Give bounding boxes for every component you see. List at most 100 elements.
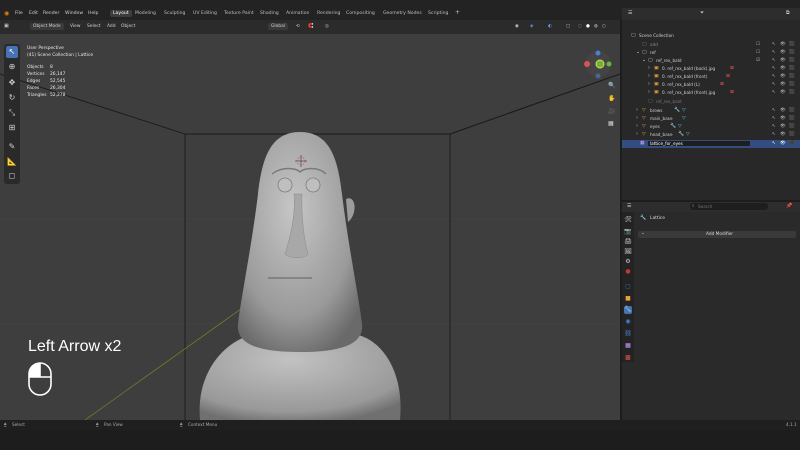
orientation-dropdown[interactable]: Global — [268, 23, 289, 30]
pin-icon[interactable]: 📌 — [786, 203, 792, 209]
tree-row[interactable]: ⌄ ▢ ref ☐ ↖ 👁 ⬛ — [622, 49, 800, 57]
ortho-toggle-icon[interactable]: ▦ — [608, 120, 614, 127]
tab-sculpting[interactable]: Sculpting — [164, 11, 185, 16]
filter-icon[interactable]: ⏷ — [700, 10, 704, 16]
mode-dropdown[interactable]: Object Mode — [30, 23, 64, 30]
camera-icon[interactable]: ⬛ — [789, 116, 795, 121]
left-eye[interactable] — [277, 177, 293, 193]
tree-row[interactable]: › ▽ eyes 🔧 ▽ ↖ 👁 ⬛ — [622, 123, 800, 131]
select-icon[interactable]: ↖ — [772, 132, 776, 137]
camera-icon[interactable]: ⬛ — [789, 90, 795, 95]
object-menu[interactable]: Object — [121, 24, 135, 29]
menu-edit[interactable]: Edit — [29, 11, 38, 16]
chevron-right-icon[interactable]: › — [648, 74, 650, 79]
menu-file[interactable]: File — [15, 11, 23, 16]
solid-shading-icon[interactable]: ● — [586, 24, 590, 29]
tree-row-selected[interactable]: ▦ lattice_for_eyes ↖ 👁 ⬛ — [622, 140, 800, 148]
add-cube-tool-icon[interactable]: ◻ — [6, 170, 18, 182]
chevron-right-icon[interactable]: › — [636, 108, 638, 113]
snap-icon[interactable]: 🧲 — [308, 24, 313, 29]
chevron-right-icon[interactable]: › — [648, 66, 650, 71]
camera-icon[interactable]: ⬛ — [789, 108, 795, 113]
checkbox-icon[interactable]: ☐ — [756, 50, 760, 55]
eye-icon[interactable]: 👁 — [780, 141, 786, 146]
select-icon[interactable]: ↖ — [772, 74, 776, 79]
select-icon[interactable]: ↖ — [772, 124, 776, 129]
pan-hand-icon[interactable]: ✋ — [608, 95, 615, 102]
chevron-down-icon[interactable]: ⌄ — [636, 50, 640, 55]
scene-properties-icon[interactable]: ⚙ — [624, 258, 632, 266]
move-tool-icon[interactable]: ✥ — [6, 77, 18, 89]
properties-editor-icon[interactable]: ☰ — [627, 203, 631, 209]
tab-layout[interactable]: Layout — [110, 10, 132, 17]
tree-row[interactable]: › ▣ 0. ref_rex_bald (L) ⊠ ↖ 👁 ⬛ — [622, 81, 800, 89]
world-properties-icon[interactable]: ● — [624, 268, 632, 276]
cursor-tool-icon[interactable]: ⊕ — [6, 61, 18, 73]
select-icon[interactable]: ↖ — [772, 66, 776, 71]
chevron-down-icon[interactable]: ⌄ — [642, 58, 646, 63]
tab-scripting[interactable]: Scripting — [428, 11, 448, 16]
view-layer-properties-icon[interactable]: 🖼 — [624, 248, 632, 256]
eye-icon[interactable]: 👁 — [780, 132, 786, 137]
tab-compositing[interactable]: Compositing — [346, 11, 375, 16]
tab-uv-editing[interactable]: UV Editing — [193, 11, 217, 16]
chevron-right-icon[interactable]: › — [648, 90, 650, 95]
proportional-edit-icon[interactable]: ◎ — [325, 24, 329, 29]
camera-icon[interactable]: ⬛ — [789, 74, 795, 79]
tree-row[interactable]: › ▣ 0. ref_rex_bald (back).jpg ⊠ ↖ 👁 ⬛ — [622, 65, 800, 73]
navigation-gizmo[interactable] — [580, 46, 616, 82]
tree-row-root[interactable]: ▢ Scene Collection — [622, 32, 800, 40]
eye-icon[interactable]: 👁 — [780, 116, 786, 121]
editor-type-icon[interactable]: ▣ — [4, 23, 9, 29]
output-properties-icon[interactable]: 🖨 — [624, 238, 632, 246]
select-icon[interactable]: ↖ — [772, 108, 776, 113]
collection-properties-icon[interactable]: ▢ — [624, 283, 632, 291]
select-icon[interactable]: ↖ — [772, 42, 776, 47]
eye-icon[interactable]: 👁 — [780, 50, 786, 55]
zoom-icon[interactable]: 🔍 — [608, 82, 615, 89]
tree-row[interactable]: › ▣ 0. ref_rex_bald (front).jpg ⊠ ↖ 👁 ⬛ — [622, 89, 800, 97]
material-shading-icon[interactable]: ◍ — [594, 24, 598, 29]
menu-help[interactable]: Help — [88, 11, 98, 16]
tree-row[interactable]: ▢ add ☐ ↖ 👁 ⬛ — [622, 41, 800, 49]
camera-icon[interactable]: ⬛ — [789, 132, 795, 137]
tab-shading[interactable]: Shading — [260, 11, 279, 16]
menu-window[interactable]: Window — [65, 11, 83, 16]
eye-icon[interactable]: 👁 — [780, 108, 786, 113]
visibility-icon[interactable]: ◉ — [515, 24, 519, 29]
3d-viewport[interactable] — [0, 34, 620, 420]
camera-icon[interactable]: ⬛ — [789, 58, 795, 63]
right-eye[interactable] — [305, 177, 321, 193]
rename-field[interactable]: lattice_for_eyes — [648, 141, 750, 146]
add-menu[interactable]: Add — [107, 24, 116, 29]
select-icon[interactable]: ↖ — [772, 90, 776, 95]
tree-row[interactable]: › ▣ 0. ref_rex_bald (front) ⊠ ↖ 👁 ⬛ — [622, 73, 800, 81]
camera-icon[interactable]: ⬛ — [789, 141, 795, 146]
overlay-toggle-icon[interactable]: ◐ — [548, 24, 552, 29]
tree-row[interactable]: ⌄ ▢ ref_rex_bald ☑ ↖ 👁 ⬛ — [622, 57, 800, 65]
modifier-properties-icon[interactable]: 🔧 — [624, 306, 632, 314]
select-tool-icon[interactable]: ↖ — [6, 46, 18, 58]
transform-tool-icon[interactable]: ⊞ — [6, 122, 18, 134]
pivot-icon[interactable]: ⟲ — [296, 24, 300, 29]
select-icon[interactable]: ↖ — [772, 141, 776, 146]
select-icon[interactable]: ↖ — [772, 116, 776, 121]
object-properties-icon[interactable]: ■ — [624, 295, 632, 303]
tree-row[interactable]: › ▽ main_base ▽ ↖ 👁 ⬛ — [622, 115, 800, 123]
tree-row[interactable]: › ▽ brows 🔧 ▽ ↖ 👁 ⬛ — [622, 107, 800, 115]
blender-logo-icon[interactable]: ◉ — [4, 10, 9, 17]
object-data-properties-icon[interactable]: ▦ — [624, 342, 632, 350]
add-workspace-button[interactable]: + — [455, 9, 460, 16]
tab-animation[interactable]: Animation — [286, 11, 309, 16]
annotate-tool-icon[interactable]: ✎ — [6, 141, 18, 153]
camera-icon[interactable]: ⬛ — [789, 82, 795, 87]
new-collection-icon[interactable]: ⧉ — [786, 10, 790, 16]
eye-icon[interactable]: 👁 — [780, 124, 786, 129]
eye-icon[interactable]: 👁 — [780, 74, 786, 79]
tab-texture-paint[interactable]: Texture Paint — [224, 11, 254, 16]
render-properties-icon[interactable]: 📷 — [624, 228, 632, 236]
outliner-editor-icon[interactable]: ☰ — [628, 10, 632, 16]
checkbox-icon[interactable]: ☐ — [756, 42, 760, 47]
camera-icon[interactable]: ⬛ — [789, 124, 795, 129]
chevron-right-icon[interactable]: › — [636, 124, 638, 129]
